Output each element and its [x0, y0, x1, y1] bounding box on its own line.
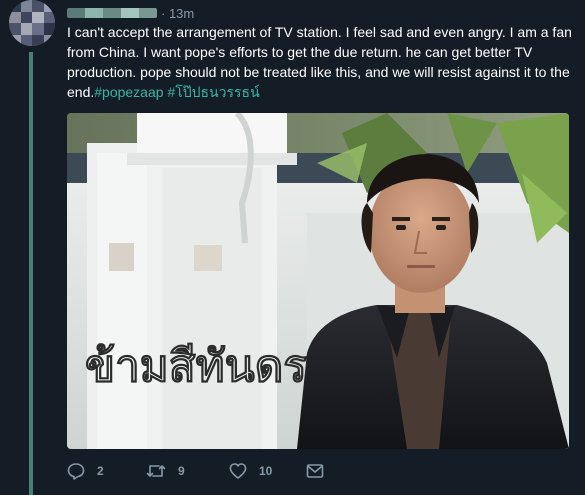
retweet-button[interactable]: 9: [146, 462, 229, 480]
photo: ข้ามสีทันดร: [67, 113, 569, 449]
hashtag-thai[interactable]: #โป๊ปธนวรรธน์: [167, 84, 259, 100]
reply-button[interactable]: 2: [67, 462, 146, 480]
like-count: 10: [259, 464, 273, 478]
tweet-actions: 2 9 10: [67, 461, 324, 481]
hashtag-popezaap[interactable]: #popezaap: [94, 84, 163, 100]
tweet-header: · 13m: [67, 4, 194, 22]
retweet-icon: [146, 465, 166, 477]
reply-icon: [67, 463, 85, 480]
poster-title-text: ข้ามสีทันดร: [85, 341, 307, 392]
reply-count: 2: [97, 464, 104, 478]
like-button[interactable]: 10: [229, 462, 306, 480]
author-name-blurred[interactable]: [67, 8, 157, 18]
avatar[interactable]: [9, 0, 55, 46]
tweet-media-image[interactable]: ข้ามสีทันดร: [67, 113, 569, 449]
thread-line: [29, 52, 33, 495]
heart-icon: [229, 463, 247, 479]
direct-message-button[interactable]: [306, 463, 324, 479]
retweet-count: 9: [178, 464, 185, 478]
tweet-time[interactable]: · 13m: [161, 6, 194, 21]
tweet-text: I can't accept the arrangement of TV sta…: [67, 22, 575, 102]
envelope-icon: [306, 464, 324, 478]
tweet[interactable]: · 13m I can't accept the arrangement of …: [0, 0, 585, 495]
